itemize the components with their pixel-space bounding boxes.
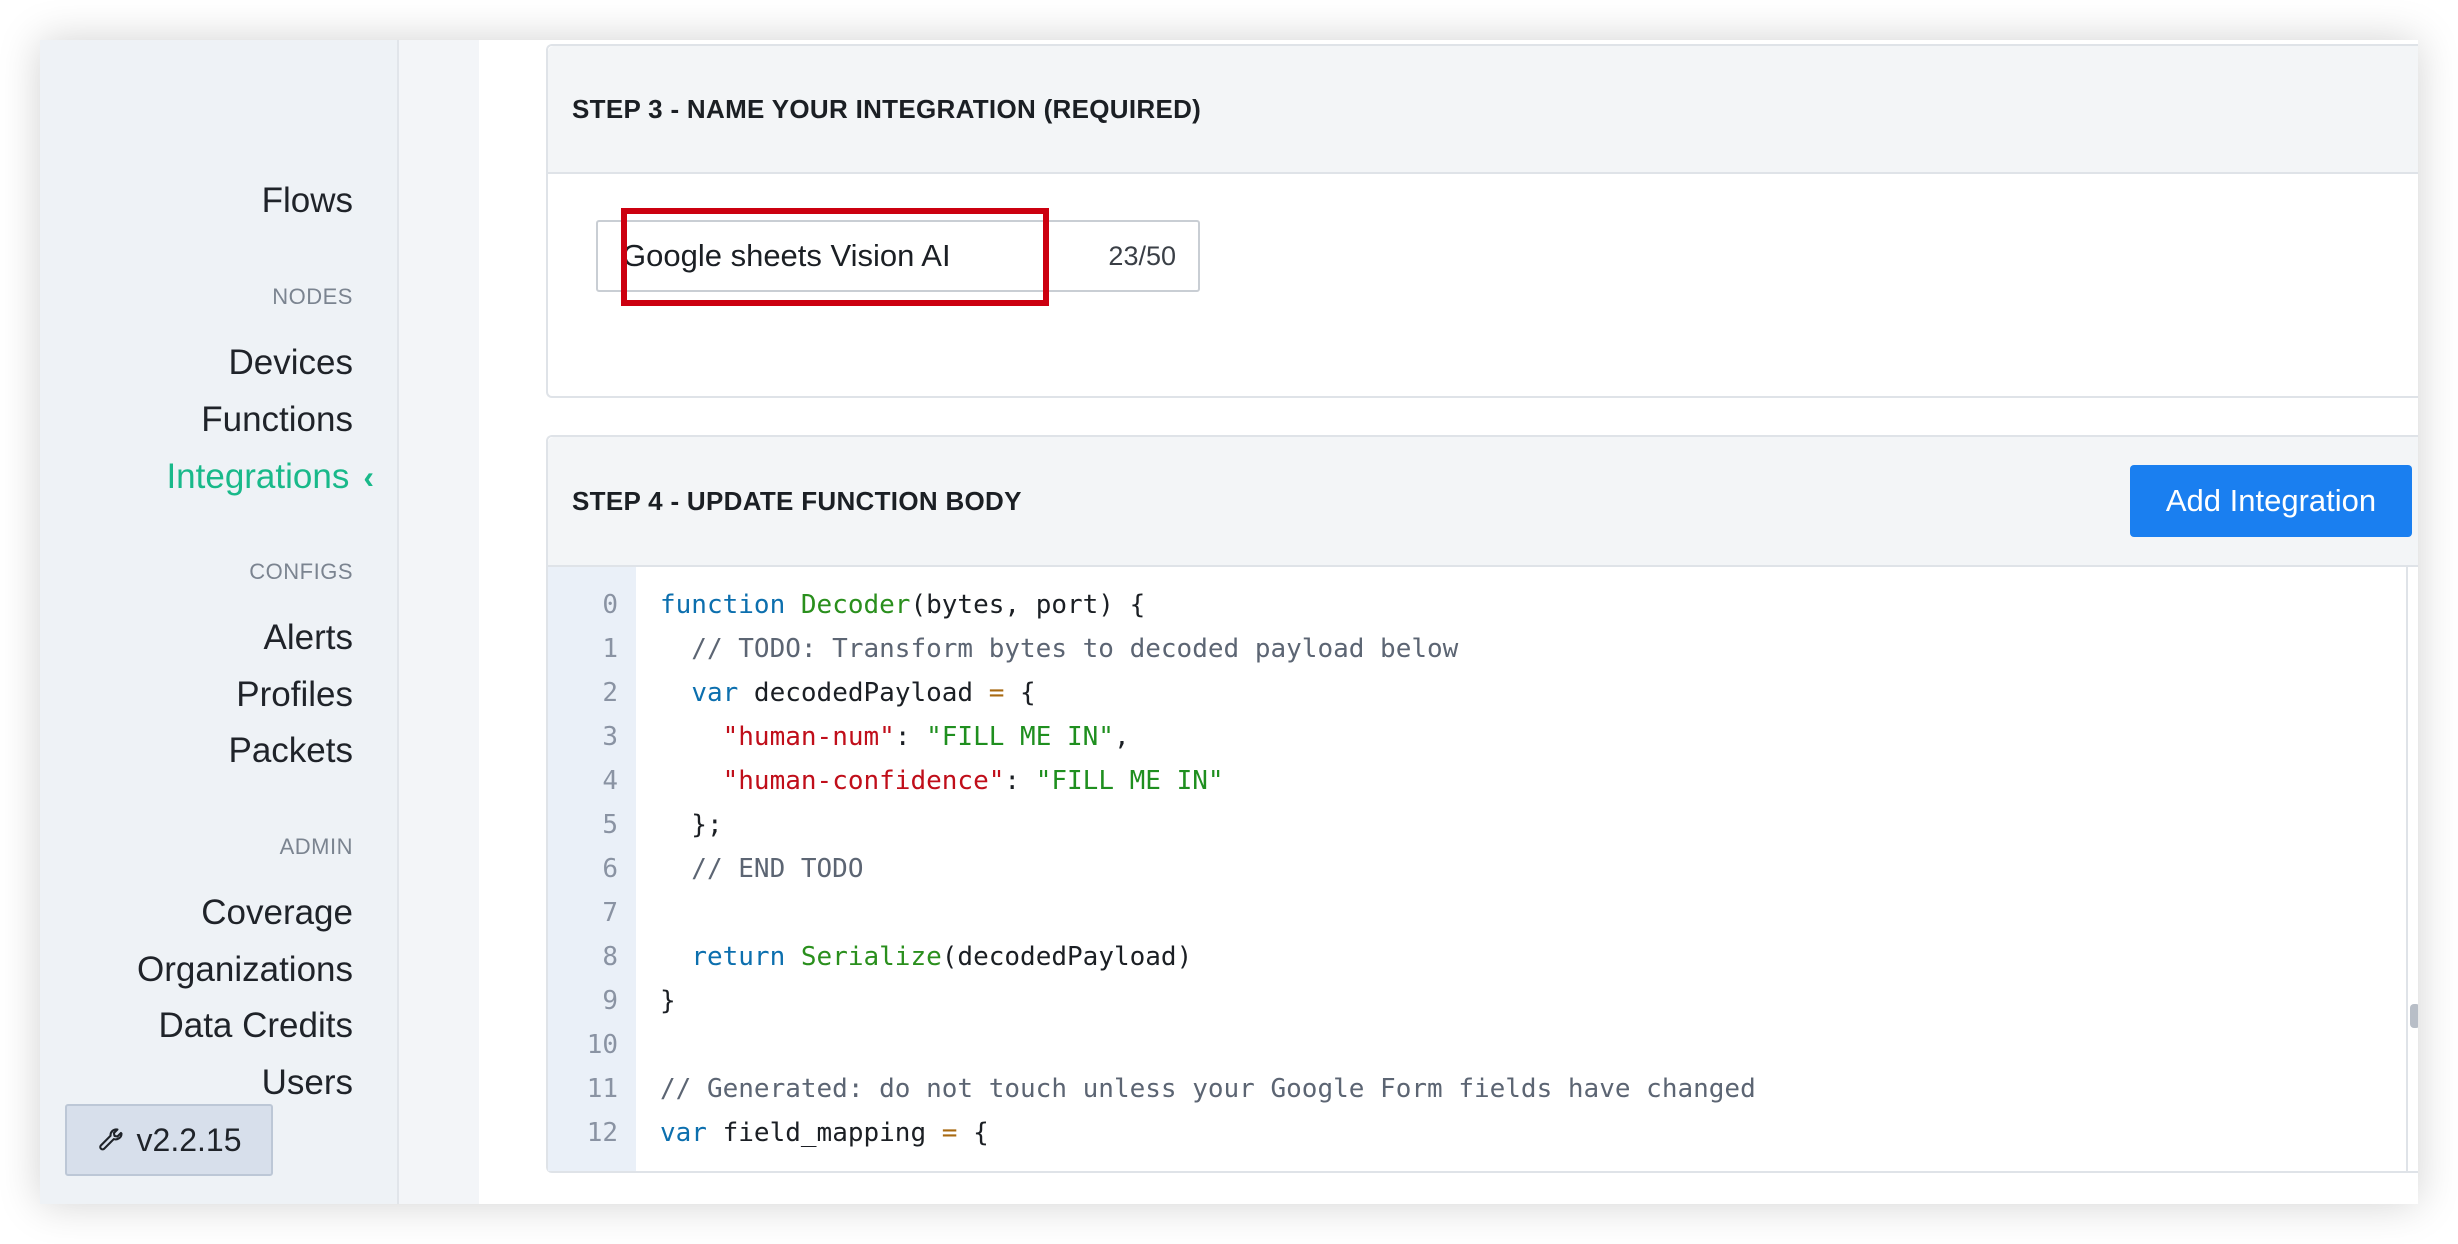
line-number: 1 — [602, 634, 618, 664]
code-line[interactable]: 1 // TODO: Transform bytes to decoded pa… — [548, 627, 2406, 671]
step3-card: STEP 3 - NAME YOUR INTEGRATION (REQUIRED… — [546, 44, 2418, 398]
code-text: "human-confidence": "FILL ME IN" — [722, 766, 1224, 796]
sidebar-item-organizations[interactable]: Organizations — [137, 948, 353, 992]
code-text: // Generated: do not touch unless your G… — [660, 1074, 1756, 1104]
line-number: 2 — [602, 678, 618, 708]
sidebar: Flows NODES Devices Functions Integratio… — [40, 40, 397, 1204]
code-text: function Decoder(bytes, port) { — [660, 590, 1146, 620]
code-line[interactable]: 8 return Serialize(decodedPayload) — [548, 935, 2406, 979]
sidebar-item-devices[interactable]: Devices — [229, 341, 353, 385]
code-text: }; — [660, 810, 723, 840]
version-button[interactable]: v2.2.15 — [65, 1104, 273, 1176]
code-text: // TODO: Transform bytes to decoded payl… — [660, 634, 1459, 664]
code-text: } — [660, 986, 676, 1016]
character-count: 23/50 — [1108, 241, 1176, 271]
code-line[interactable]: 3 "human-num": "FILL ME IN", — [548, 715, 2406, 759]
code-line[interactable]: 6 // END TODO — [548, 847, 2406, 891]
code-editor[interactable]: 0 function Decoder(bytes, port) { 1 // TOD… — [548, 567, 2408, 1171]
code-line[interactable]: 7 — [548, 891, 2406, 935]
step3-title: STEP 3 - NAME YOUR INTEGRATION (REQUIRED… — [548, 46, 2418, 174]
version-label: v2.2.15 — [136, 1121, 242, 1158]
sidebar-item-flows[interactable]: Flows — [262, 179, 353, 223]
editor-scrollbar[interactable] — [2410, 1004, 2418, 1028]
sidebar-item-alerts[interactable]: Alerts — [264, 616, 353, 660]
section-label-admin: ADMIN — [279, 834, 353, 859]
code-line[interactable]: 0 function Decoder(bytes, port) { — [548, 583, 2406, 627]
line-number: 4 — [602, 766, 618, 796]
line-number: 12 — [586, 1118, 618, 1148]
sidebar-divider — [397, 40, 479, 1204]
line-number: 0 — [602, 590, 618, 620]
step4-title: STEP 4 - UPDATE FUNCTION BODY — [572, 485, 1022, 516]
code-text: var decodedPayload = { — [691, 678, 1036, 708]
line-number: 7 — [602, 898, 618, 928]
sidebar-item-users[interactable]: Users — [262, 1061, 353, 1105]
code-line[interactable]: 10 — [548, 1023, 2406, 1067]
code-text: return Serialize(decodedPayload) — [691, 942, 1193, 972]
sidebar-item-packets[interactable]: Packets — [229, 729, 354, 773]
step4-header: STEP 4 - UPDATE FUNCTION BODY Add Integr… — [548, 437, 2418, 567]
sidebar-item-data-credits[interactable]: Data Credits — [158, 1004, 353, 1048]
chevron-left-icon: ‹ — [363, 459, 374, 495]
wrench-icon — [98, 1128, 123, 1151]
line-number: 6 — [602, 854, 618, 884]
line-number: 11 — [586, 1074, 618, 1104]
sidebar-item-label: Integrations — [166, 457, 350, 496]
section-label-nodes: NODES — [272, 284, 353, 309]
sidebar-item-integrations[interactable]: Integrations ‹ — [166, 455, 374, 499]
code-line[interactable]: 4 "human-confidence": "FILL ME IN" — [548, 759, 2406, 803]
integration-name-value: Google sheets Vision AI — [622, 238, 951, 273]
add-integration-button[interactable]: Add Integration — [2130, 465, 2412, 537]
code-text: "human-num": "FILL ME IN", — [722, 722, 1130, 752]
line-number: 8 — [602, 942, 618, 972]
line-number: 3 — [602, 722, 618, 752]
code-text: var field_mapping = { — [660, 1118, 989, 1148]
line-number: 10 — [586, 1030, 618, 1060]
code-line[interactable]: 2 var decodedPayload = { — [548, 671, 2406, 715]
line-number: 5 — [602, 810, 618, 840]
section-label-configs: CONFIGS — [249, 559, 353, 584]
step4-card: STEP 4 - UPDATE FUNCTION BODY Add Integr… — [546, 435, 2418, 1173]
sidebar-item-functions[interactable]: Functions — [201, 398, 353, 442]
integration-name-input[interactable]: Google sheets Vision AI 23/50 — [596, 220, 1200, 292]
code-line[interactable]: 11 // Generated: do not touch unless your… — [548, 1067, 2406, 1111]
code-text: // END TODO — [660, 854, 864, 884]
app-window: Flows NODES Devices Functions Integratio… — [40, 40, 2418, 1204]
sidebar-item-profiles[interactable]: Profiles — [236, 673, 353, 717]
code-line[interactable]: 12 var field_mapping = { — [548, 1111, 2406, 1155]
line-number: 9 — [602, 986, 618, 1016]
code-line[interactable]: 9} — [548, 979, 2406, 1023]
sidebar-item-coverage[interactable]: Coverage — [201, 891, 353, 935]
code-line[interactable]: 5 }; — [548, 803, 2406, 847]
